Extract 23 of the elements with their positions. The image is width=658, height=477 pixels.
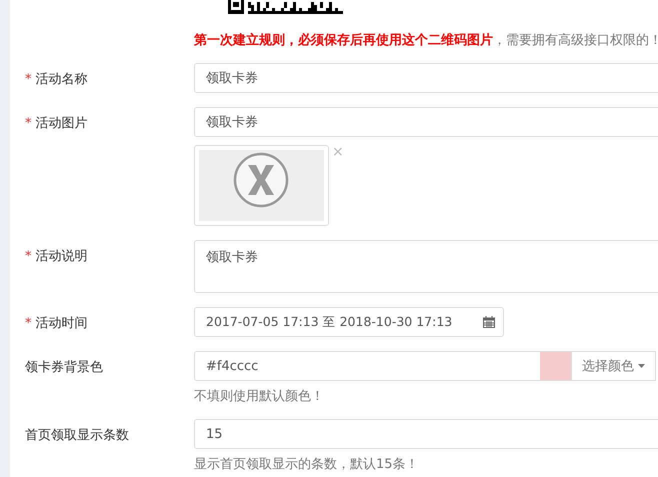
field-label: 活动图片 <box>36 116 88 131</box>
broken-image-icon <box>234 152 288 208</box>
notice-text: 第一次建立规则，必须保存后再使用这个二维码图片，需要拥有高级接口权限的！ <box>194 32 658 50</box>
required-mark: * <box>25 316 32 331</box>
field-label: 活动时间 <box>36 316 88 331</box>
field-label: 活动说明 <box>36 249 88 264</box>
hint-text: 显示首页领取显示的条数，默认15条！ <box>194 456 419 473</box>
text-field[interactable]: 领取卡券 <box>194 107 658 137</box>
field-label: 首页领取显示条数 <box>25 428 129 443</box>
color-field[interactable]: #f4cccc <box>194 351 540 381</box>
required-mark: * <box>25 72 32 87</box>
text-field[interactable]: 领取卡券 <box>194 63 658 93</box>
date-range-field[interactable]: 2017-07-05 17:13 至 2018-10-30 17:13 <box>194 307 504 337</box>
required-mark: * <box>25 249 32 264</box>
required-mark: * <box>25 116 32 131</box>
field-label: 领卡券背景色 <box>25 360 103 375</box>
hint-text: 不填则使用默认颜色！ <box>194 388 324 405</box>
field-label: 活动名称 <box>36 72 88 87</box>
caret-icon <box>638 364 645 368</box>
description-field[interactable]: 领取卡券 <box>194 240 658 293</box>
pick-color-button[interactable]: 选择颜色 <box>571 351 656 381</box>
calendar-icon <box>483 316 495 328</box>
text-field[interactable]: 15 <box>194 419 658 449</box>
